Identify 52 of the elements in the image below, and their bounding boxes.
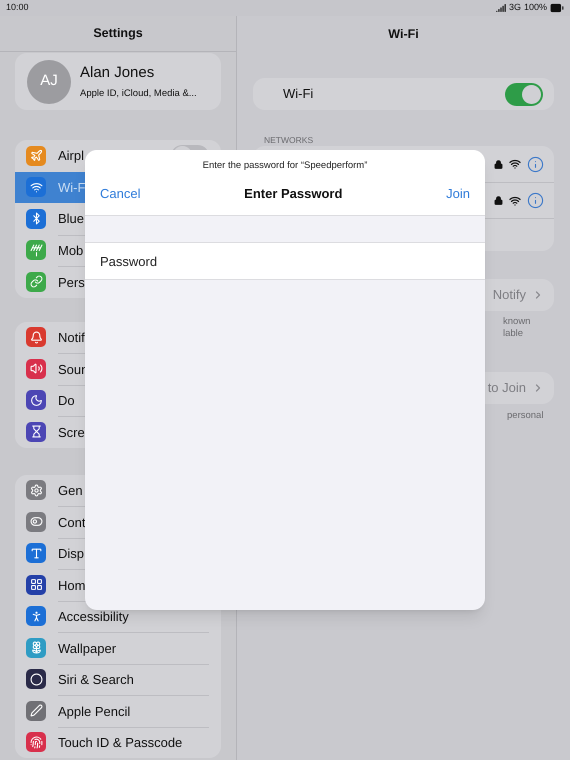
row-label: Touch ID & Passcode	[58, 734, 182, 752]
row-label: Apple Pencil	[58, 702, 130, 721]
profile-name: Alan Jones	[80, 62, 156, 83]
avatar: AJ	[27, 60, 71, 104]
dialog-subtitle: Enter the password for “Speedperform”	[202, 158, 368, 173]
network-type: 3G	[508, 1, 521, 14]
settings-row[interactable]: Blue	[15, 203, 221, 234]
wifi-signal-icon	[509, 158, 521, 170]
settings-row[interactable]: Siri & Search	[15, 664, 221, 695]
row-value: to Join	[488, 379, 526, 398]
footer-text: lable	[503, 328, 524, 340]
row-label: Blue	[58, 210, 84, 228]
sidebar-title: Settings	[93, 25, 143, 42]
row-label: Notif	[58, 328, 85, 346]
info-icon[interactable]	[527, 156, 544, 172]
row-label: Gen	[58, 482, 83, 500]
info-icon[interactable]	[527, 192, 544, 209]
row-label: Hom	[58, 576, 86, 594]
wifi-signal-icon	[509, 194, 521, 206]
row-label: Siri & Search	[58, 671, 134, 689]
cancel-button[interactable]: Cancel	[100, 184, 140, 204]
battery-level: 100%	[524, 1, 547, 14]
settings-row[interactable]: Notif	[15, 322, 221, 353]
settings-row[interactable]: Wallpaper	[15, 632, 221, 664]
row-label: Cont	[58, 514, 86, 532]
join-button[interactable]: Join	[446, 184, 470, 204]
settings-row[interactable]: Touch ID & Passcode	[15, 726, 221, 758]
toggle-switch[interactable]	[505, 82, 543, 106]
row-label: Airpl	[58, 147, 84, 165]
row-label: Disp	[58, 545, 84, 563]
row-value: Notify	[492, 286, 526, 304]
detail-title: Wi-Fi	[388, 26, 419, 43]
footer-text: known	[503, 316, 532, 328]
section-header: NETWORKS	[264, 134, 314, 146]
battery-icon	[550, 1, 564, 15]
signal-icon	[496, 3, 506, 13]
dialog-title: Enter Password	[244, 185, 342, 204]
row-label: Wallpaper	[58, 640, 116, 658]
row-label: Pers	[58, 274, 85, 292]
settings-row[interactable]: Apple Pencil	[15, 695, 221, 726]
settings-row[interactable]: Gen	[15, 474, 221, 506]
row-label: Do	[58, 392, 75, 410]
profile-subtitle: Apple ID, iCloud, Media &...	[80, 87, 197, 102]
row-label: Accessibility	[58, 608, 129, 626]
password-field[interactable]: Password	[85, 242, 485, 280]
footer-text: personal	[507, 410, 544, 421]
status-time: 10:00	[6, 1, 29, 14]
row-label: Mob	[58, 242, 84, 260]
wifi-label: Wi-Fi	[283, 85, 314, 104]
row-label: Wi-F	[58, 178, 86, 196]
profile-card[interactable]: AJ Alan Jones Apple ID, iCloud, Media &...	[15, 53, 221, 110]
row-label: Scre	[58, 424, 85, 442]
